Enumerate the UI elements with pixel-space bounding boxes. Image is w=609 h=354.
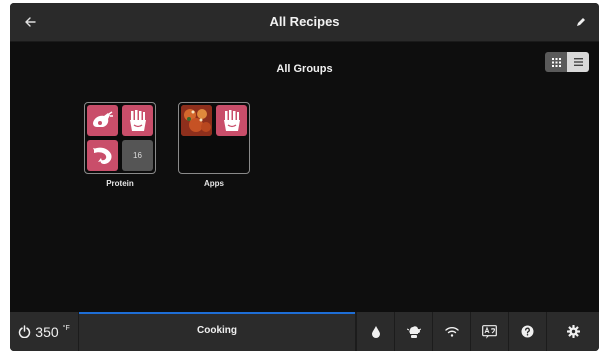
chef-button[interactable]: [394, 312, 432, 351]
group-protein[interactable]: 16 Protein: [84, 102, 156, 188]
fries-icon: [129, 109, 146, 131]
count-tile: 16: [122, 140, 153, 171]
group-label: Protein: [106, 179, 134, 188]
gear-icon: [566, 325, 580, 338]
water-button[interactable]: [356, 312, 394, 351]
help-button[interactable]: [508, 312, 546, 351]
food-photo-tile: [181, 105, 212, 136]
shrimp-tile: [87, 140, 118, 171]
edit-button[interactable]: [571, 12, 591, 32]
group-card: [178, 102, 250, 174]
cooking-label: Cooking: [197, 325, 237, 336]
app-screen: All Recipes All Groups 16 Protein Apps 3…: [10, 3, 599, 351]
top-bar: All Recipes: [10, 3, 599, 42]
group-card: 16: [84, 102, 156, 174]
language-icon: [482, 324, 497, 339]
wifi-button[interactable]: [432, 312, 470, 351]
section-title: All Groups: [276, 63, 333, 75]
temperature-unit: °F: [62, 325, 70, 332]
cooking-progress-bar: [79, 312, 355, 314]
language-button[interactable]: [470, 312, 508, 351]
temperature-value: 350: [35, 323, 59, 340]
fries-tile: [216, 105, 247, 136]
fries-icon: [223, 109, 240, 131]
pencil-icon: [577, 18, 585, 26]
shrimp-icon: [92, 147, 112, 164]
chicken-icon: [92, 110, 113, 127]
cooking-status[interactable]: Cooking: [78, 312, 356, 351]
wifi-icon: [444, 327, 459, 337]
settings-button[interactable]: [546, 312, 599, 351]
water-drop-icon: [371, 325, 380, 338]
chicken-tile: [87, 105, 118, 136]
temperature-button[interactable]: 350 °F: [10, 312, 78, 351]
group-label: Apps: [204, 179, 224, 188]
help-icon: [521, 325, 534, 338]
chef-icon: [406, 325, 421, 338]
page-title: All Recipes: [269, 14, 340, 29]
group-apps[interactable]: Apps: [178, 102, 250, 188]
bottom-bar: 350 °F Cooking: [10, 312, 599, 351]
food-photo-icon: [181, 105, 212, 136]
power-icon: [19, 325, 31, 338]
fries-tile: [122, 105, 153, 136]
